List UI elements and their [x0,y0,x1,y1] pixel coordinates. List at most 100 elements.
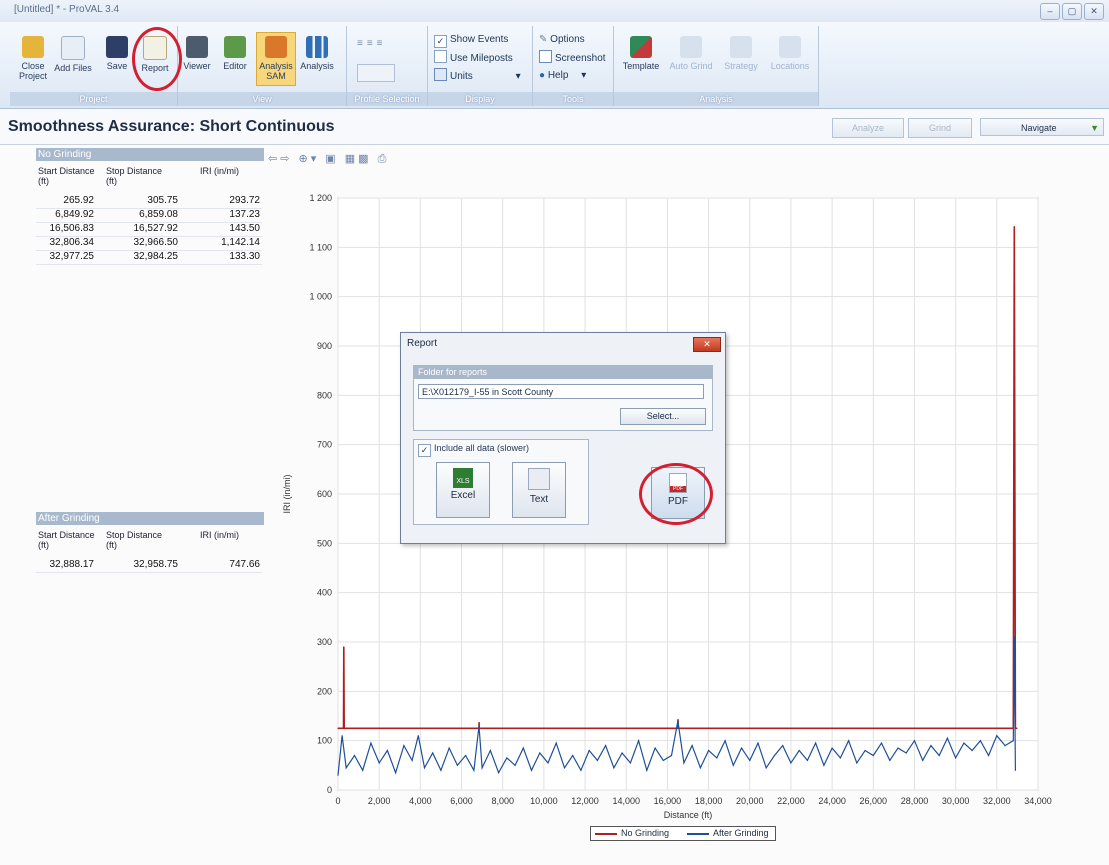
x-tick-label: 34,000 [1024,796,1052,806]
ribbon-group-analysis: Template Auto Grind Strategy Locations A… [614,26,819,106]
x-tick-label: 24,000 [818,796,846,806]
grind-button[interactable]: Grind [908,118,972,138]
maximize-button[interactable]: ▢ [1062,3,1082,20]
table-row[interactable]: 16,506.83 16,527.92 143.50 [36,222,262,237]
template-button[interactable]: Template [618,36,664,71]
analyze-button[interactable]: Analyze [832,118,904,138]
strategy-button[interactable]: Strategy [718,36,764,71]
pdf-highlight-circle [639,463,713,525]
data-point-after-grinding [938,754,940,757]
editor-button[interactable]: Editor [216,36,254,71]
title-bar: [Untitled] * - ProVAL 3.4 – ▢ ✕ [0,0,1109,23]
bar-chart-icon [306,36,328,58]
minimize-button[interactable]: – [1040,3,1060,20]
save-button[interactable]: Save [98,36,136,71]
data-point-after-grinding [699,767,701,769]
iri-cell: 747.66 [229,559,260,570]
text-file-icon [528,468,550,490]
ribbon: Close Project Add Files Save Report Proj… [0,22,1109,109]
data-point-after-grinding [423,767,426,769]
viewer-button[interactable]: Viewer [178,36,216,71]
group-label-tools: Tools [533,92,613,106]
data-point-after-grinding [395,772,397,774]
x-tick-label: 16,000 [654,796,682,806]
auto-grind-button[interactable]: Auto Grind [668,36,714,71]
data-point-after-grinding [790,762,792,764]
report-highlight-circle [132,27,182,91]
data-point-after-grinding [345,767,347,769]
camera-icon [539,50,552,63]
analysis-sam-button[interactable]: Analysis SAM [256,32,296,86]
data-point-after-grinding [403,745,405,747]
editor-icon [224,36,246,58]
dropdown-arrow-icon: ▾ [515,71,521,82]
data-point-after-grinding [847,740,850,742]
data-point-after-grinding [662,759,664,762]
x-tick-label: 28,000 [901,796,929,806]
data-point-after-grinding [1013,636,1015,638]
dropdown-arrow-icon: ▼ [1090,123,1099,133]
iri-cell: 133.30 [229,251,260,262]
show-events-toggle[interactable]: ✓ Show Events [434,32,508,48]
data-point-no-grinding [1016,727,1018,729]
data-point-after-grinding [621,752,623,754]
start-distance-cell: 265.92 [63,195,94,206]
data-point-after-grinding [839,757,841,759]
stop-distance-cell: 16,527.92 [133,223,179,234]
ruler-icon [434,68,447,81]
align-icons[interactable]: ≡≡≡ [357,38,413,52]
units-dropdown[interactable]: Units ▾ [434,68,521,83]
x-tick-label: 30,000 [942,796,970,806]
data-point-after-grinding [889,759,891,762]
x-axis-label: Distance (ft) [664,810,713,820]
data-point-no-grinding [343,727,345,729]
table-row[interactable]: 265.92 305.75 293.72 [36,194,262,209]
table-row[interactable]: 6,849.92 6,859.08 137.23 [36,208,262,223]
strategy-icon [730,36,752,58]
data-point-after-grinding [930,745,932,747]
screenshot-button[interactable]: Screenshot [539,50,606,65]
data-point-after-grinding [478,725,480,727]
table-row[interactable]: 32,806.34 32,966.50 1,142.14 [36,236,262,251]
navigate-dropdown[interactable]: Navigate ▼ [980,118,1104,136]
data-point-after-grinding [757,742,759,744]
table-row[interactable]: 32,977.25 32,984.25 133.30 [36,250,262,265]
text-export-button[interactable]: Text [512,462,566,518]
profile-select-icon[interactable] [357,64,395,82]
start-distance-cell: 32,888.17 [49,559,95,570]
dialog-title: Report [407,338,438,349]
y-tick-label: 800 [317,390,332,400]
stop-distance-cell: 32,966.50 [133,237,179,248]
x-tick-label: 0 [335,796,340,806]
table-row[interactable]: 32,888.17 32,958.75 747.66 [36,558,262,573]
data-point-after-grinding [716,757,718,759]
include-all-checkbox[interactable]: ✓ Include all data (slower) [418,441,529,457]
data-point-after-grinding [864,749,866,752]
analysis-sam-icon [265,36,287,58]
y-tick-label: 1 100 [309,242,332,252]
add-files-button[interactable]: Add Files [54,36,92,73]
chart-toolbar[interactable]: ⇦⇨ ⊕▾ ▣ ▦▩ ⎙ [268,152,389,166]
report-dialog: Report ✕ Folder for reports E:\X012179_I… [400,332,726,544]
data-point-after-grinding [782,745,784,747]
col-stop-distance: Stop Distance (ft) [106,530,163,550]
data-point-no-grinding [337,727,339,729]
excel-export-button[interactable]: XLS Excel [436,462,490,518]
legend-label-no-grinding: No Grinding [621,828,670,838]
data-point-after-grinding [691,745,693,747]
start-distance-cell: 32,977.25 [49,251,95,262]
select-folder-button[interactable]: Select... [620,408,706,425]
start-distance-cell: 6,849.92 [55,209,94,220]
analysis-button[interactable]: Analysis [298,36,336,71]
help-button[interactable]: ● Help ▾ [539,68,586,83]
use-mileposts-toggle[interactable]: Use Mileposts [434,50,513,65]
locations-button[interactable]: Locations [766,36,814,71]
options-button[interactable]: ✎ Options [539,32,585,47]
dialog-close-button[interactable]: ✕ [693,337,721,352]
group-label-analysis: Analysis [614,92,818,106]
close-window-button[interactable]: ✕ [1084,3,1104,20]
folder-path-field[interactable]: E:\X012179_I-55 in Scott County [418,384,704,399]
data-point-after-grinding [386,749,389,752]
data-point-after-grinding [353,754,356,757]
close-project-button[interactable]: Close Project [14,36,52,81]
